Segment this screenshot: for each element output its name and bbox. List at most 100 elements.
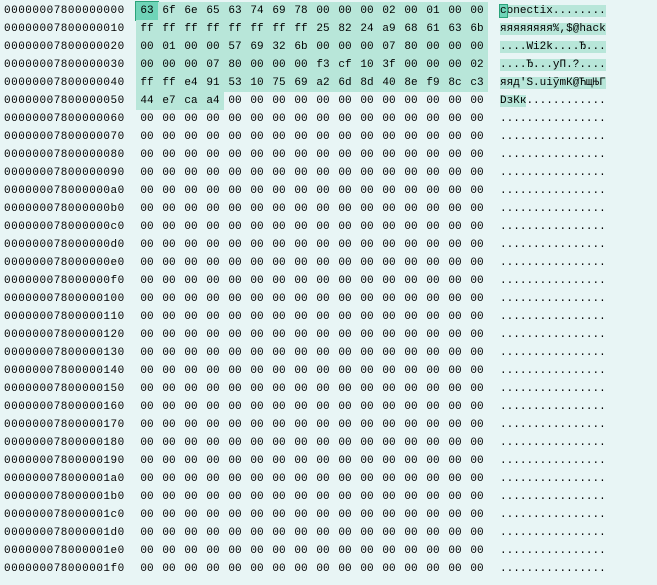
ascii-char[interactable]: . <box>513 311 520 323</box>
hex-byte[interactable]: 57 <box>224 38 246 56</box>
ascii-char[interactable]: . <box>586 95 593 107</box>
hex-byte[interactable]: 00 <box>378 272 400 290</box>
hex-byte[interactable]: 00 <box>158 254 180 272</box>
hex-byte[interactable]: 00 <box>312 524 334 542</box>
ascii-char[interactable]: . <box>500 257 507 269</box>
hex-byte[interactable]: f9 <box>422 74 444 92</box>
hex-byte[interactable]: 00 <box>422 38 444 56</box>
hex-byte[interactable]: 00 <box>246 416 268 434</box>
hex-byte[interactable]: 8e <box>400 74 422 92</box>
hex-byte[interactable]: c3 <box>466 74 488 92</box>
hex-byte[interactable]: 00 <box>202 254 224 272</box>
hex-byte[interactable]: 00 <box>180 362 202 380</box>
ascii-char[interactable]: . <box>579 5 586 17</box>
hex-byte[interactable]: 00 <box>180 470 202 488</box>
ascii-char[interactable]: . <box>533 545 540 557</box>
hex-byte[interactable]: 00 <box>422 200 444 218</box>
hex-byte[interactable]: 00 <box>246 344 268 362</box>
ascii-char[interactable]: . <box>500 41 507 53</box>
ascii-char[interactable]: . <box>533 185 540 197</box>
hex-row[interactable]: 000000078000001f000000000000000000000000… <box>4 560 653 578</box>
ascii-char[interactable]: . <box>533 563 540 575</box>
ascii-cell[interactable]: ................ <box>492 344 620 362</box>
hex-byte[interactable]: 00 <box>356 380 378 398</box>
hex-byte[interactable]: 00 <box>422 272 444 290</box>
ascii-char[interactable]: . <box>566 203 573 215</box>
ascii-char[interactable]: . <box>586 455 593 467</box>
hex-group[interactable]: 00000000000000000000000000000000 <box>132 146 492 164</box>
hex-byte[interactable]: 00 <box>444 182 466 200</box>
hex-byte[interactable]: 00 <box>246 488 268 506</box>
ascii-char[interactable]: . <box>599 329 606 341</box>
ascii-char[interactable]: . <box>586 5 593 17</box>
hex-byte[interactable]: 00 <box>444 38 466 56</box>
ascii-char[interactable]: щ <box>586 77 593 89</box>
hex-byte[interactable]: 00 <box>356 506 378 524</box>
hex-byte[interactable]: 80 <box>224 56 246 74</box>
hex-byte[interactable]: 00 <box>136 128 158 146</box>
ascii-char[interactable]: . <box>566 311 573 323</box>
hex-byte[interactable]: 00 <box>202 488 224 506</box>
ascii-char[interactable]: . <box>546 491 553 503</box>
hex-byte[interactable]: 00 <box>444 308 466 326</box>
hex-byte[interactable]: 00 <box>158 110 180 128</box>
hex-byte[interactable]: 00 <box>180 182 202 200</box>
ascii-char[interactable]: . <box>533 221 540 233</box>
ascii-char[interactable]: . <box>599 401 606 413</box>
hex-byte[interactable]: 00 <box>158 380 180 398</box>
hex-byte[interactable]: 00 <box>312 272 334 290</box>
hex-row[interactable]: 0000000780000016000000000000000000000000… <box>4 398 653 416</box>
hex-byte[interactable]: 00 <box>422 182 444 200</box>
hex-byte[interactable]: 00 <box>400 506 422 524</box>
ascii-char[interactable]: . <box>533 365 540 377</box>
ascii-char[interactable]: . <box>513 473 520 485</box>
ascii-char[interactable]: . <box>566 257 573 269</box>
ascii-char[interactable]: . <box>500 473 507 485</box>
ascii-char[interactable]: . <box>500 167 507 179</box>
hex-byte[interactable]: 00 <box>180 254 202 272</box>
ascii-char[interactable]: . <box>533 311 540 323</box>
hex-byte[interactable]: 00 <box>422 236 444 254</box>
hex-byte[interactable]: 00 <box>466 182 488 200</box>
hex-byte[interactable]: 00 <box>356 182 378 200</box>
hex-byte[interactable]: 00 <box>334 452 356 470</box>
hex-byte[interactable]: 6d <box>334 74 356 92</box>
ascii-char[interactable]: . <box>500 347 507 359</box>
hex-byte[interactable]: 00 <box>466 290 488 308</box>
hex-byte[interactable]: 00 <box>400 218 422 236</box>
hex-group[interactable]: ffffe49153107569a26d8d408ef98cc3 <box>132 74 492 92</box>
hex-byte[interactable]: 00 <box>378 434 400 452</box>
hex-byte[interactable]: 63 <box>136 2 158 20</box>
ascii-char[interactable]: . <box>586 545 593 557</box>
ascii-char[interactable]: . <box>513 59 520 71</box>
hex-byte[interactable]: 00 <box>444 488 466 506</box>
hex-byte[interactable]: 00 <box>422 524 444 542</box>
hex-byte[interactable]: 00 <box>444 218 466 236</box>
ascii-char[interactable]: . <box>546 563 553 575</box>
hex-row[interactable]: 0000000780000010000000000000000000000000… <box>4 290 653 308</box>
hex-byte[interactable]: ff <box>180 20 202 38</box>
hex-byte[interactable]: 00 <box>136 488 158 506</box>
hex-byte[interactable]: 00 <box>378 254 400 272</box>
hex-byte[interactable]: 00 <box>444 128 466 146</box>
hex-byte[interactable]: 00 <box>290 542 312 560</box>
ascii-char[interactable]: . <box>579 149 586 161</box>
hex-byte[interactable]: 3f <box>378 56 400 74</box>
ascii-char[interactable]: . <box>533 347 540 359</box>
hex-byte[interactable]: 68 <box>400 20 422 38</box>
ascii-char[interactable]: . <box>500 113 507 125</box>
hex-byte[interactable]: 00 <box>444 272 466 290</box>
hex-byte[interactable]: 00 <box>334 380 356 398</box>
hex-byte[interactable]: 00 <box>334 200 356 218</box>
hex-byte[interactable]: 00 <box>158 236 180 254</box>
hex-byte[interactable]: 00 <box>378 470 400 488</box>
ascii-char[interactable]: . <box>599 473 606 485</box>
hex-byte[interactable]: 00 <box>312 2 334 20</box>
hex-byte[interactable]: 00 <box>334 398 356 416</box>
ascii-char[interactable]: . <box>586 185 593 197</box>
hex-byte[interactable]: 00 <box>466 326 488 344</box>
hex-byte[interactable]: 00 <box>158 542 180 560</box>
ascii-char[interactable]: . <box>533 239 540 251</box>
hex-byte[interactable]: 00 <box>158 470 180 488</box>
ascii-char[interactable]: . <box>500 221 507 233</box>
